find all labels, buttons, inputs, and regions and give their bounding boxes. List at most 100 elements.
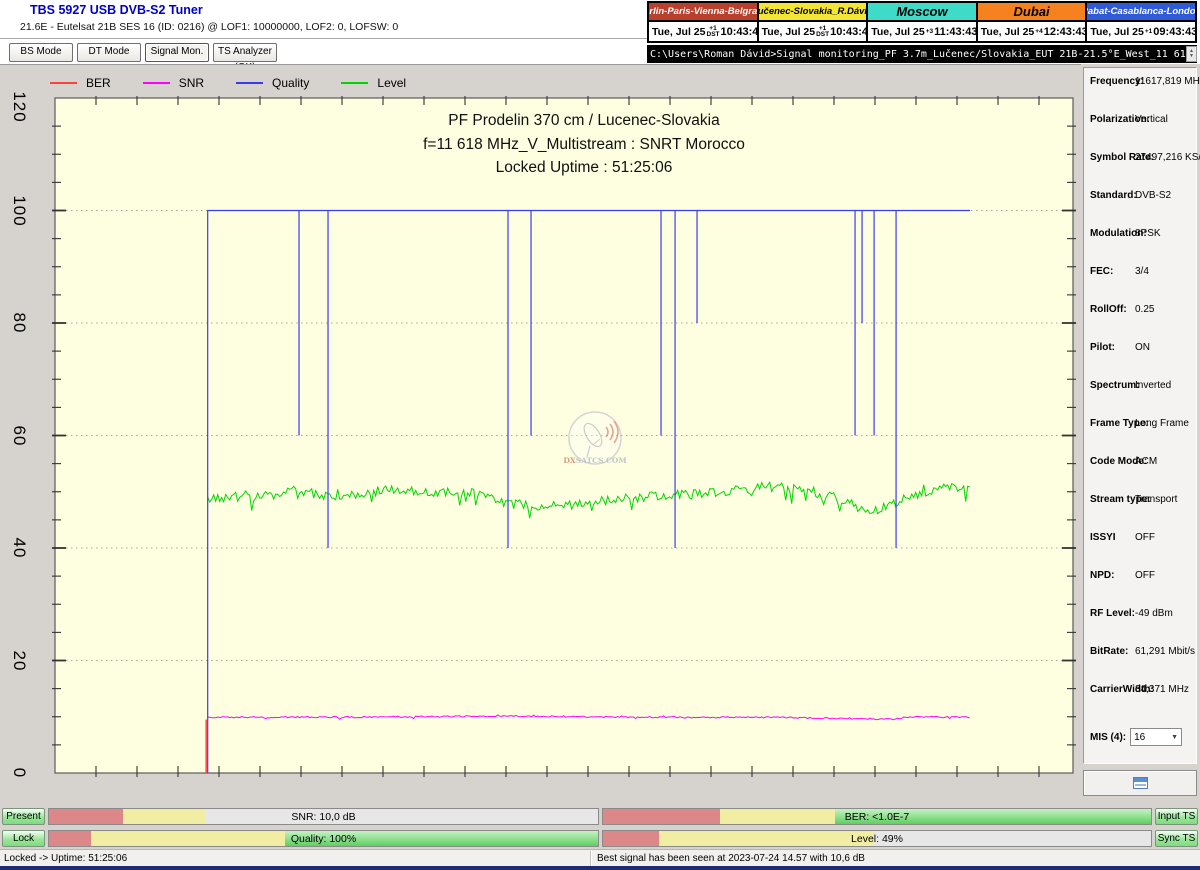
param-row: BitRate:61,291 Mbit/s xyxy=(1084,646,1196,684)
legend-line-swatch xyxy=(341,82,368,84)
clock-city-label: Moscow xyxy=(868,3,976,22)
scroll-spinner[interactable]: ▲ ▼ xyxy=(1186,46,1197,62)
clock-city-label: Berlin-Paris-Vienna-Belgrade xyxy=(649,3,757,22)
legend-label: SNR xyxy=(179,76,204,90)
legend-line-swatch xyxy=(50,82,77,84)
param-value: 3/4 xyxy=(1135,266,1149,277)
tab-bs-mode[interactable]: BS Mode xyxy=(9,43,73,62)
param-row: CarrierWidth:34,371 MHz xyxy=(1084,684,1196,722)
input-ts-button[interactable]: Input TS xyxy=(1155,808,1198,825)
lock-button[interactable]: Lock xyxy=(2,830,45,847)
param-value: Long Frame xyxy=(1135,418,1189,429)
param-label: Standard: xyxy=(1090,190,1137,201)
app-window: TBS 5927 USB DVB-S2 Tuner 21.6E - Eutels… xyxy=(0,0,1200,870)
present-button[interactable]: Present xyxy=(2,808,45,825)
param-row: NPD: OFF xyxy=(1084,570,1196,608)
lock-uptime-status: Locked -> Uptime: 51:25:06 xyxy=(4,853,127,864)
dxsatcs-watermark: DXSATCS.COM xyxy=(563,409,627,473)
mis-row: MIS (4):16▼ xyxy=(1084,722,1196,752)
param-row: RF Level:-49 dBm xyxy=(1084,608,1196,646)
clock-cell: Rabat-Casablanca-LondonTue, Jul 25+109:4… xyxy=(1087,3,1195,41)
meter-row: Present SNR: 10,0 dB BER: <1.0E-7 Input TS xyxy=(0,808,1200,826)
clock-time: Tue, Jul 25+109:43:43 xyxy=(1087,22,1195,41)
clock-date: Tue, Jul 25 xyxy=(871,26,925,38)
clock-utc-offset: +3 xyxy=(926,29,933,35)
sync-ts-button[interactable]: Sync TS xyxy=(1155,830,1198,847)
tuner-subtitle: 21.6E - Eutelsat 21B SES 16 (ID: 0216) @… xyxy=(20,21,398,33)
clock-time-value: 11:43:43 xyxy=(934,26,977,38)
clock-utc-offset: +4 xyxy=(1035,29,1042,35)
legend-label: Quality xyxy=(272,76,309,90)
status-bar: Locked -> Uptime: 51:25:06 Best signal h… xyxy=(0,849,1200,867)
meter-level-label: Level: 49% xyxy=(603,831,1151,846)
clock-time: Tue, Jul 25+412:43:43 xyxy=(978,22,1086,41)
y-tick-label: 60 xyxy=(9,425,29,446)
param-label: NPD: xyxy=(1090,570,1114,581)
meter-level: Level: 49% xyxy=(602,830,1152,847)
meter-row: Lock Quality: 100% Level: 49% Sync TS xyxy=(0,830,1200,848)
meter-ber: BER: <1.0E-7 xyxy=(602,808,1152,825)
legend-line-swatch xyxy=(143,82,170,84)
param-value: 11617,819 MHz xyxy=(1135,76,1200,87)
clock-time: Tue, Jul 25+1DST10:43:43 xyxy=(759,22,867,41)
param-value: 27497,216 KS/s xyxy=(1135,152,1200,163)
param-label: RollOff: xyxy=(1090,304,1127,315)
legend-label: Level xyxy=(377,76,406,90)
clock-city-label: Rabat-Casablanca-London xyxy=(1087,3,1195,22)
meter-quality-label: Quality: 100% xyxy=(49,831,598,846)
tab-signal-mon-[interactable]: Signal Mon. xyxy=(145,43,209,62)
param-label: RF Level: xyxy=(1090,608,1135,619)
param-row: Frame Type:Long Frame xyxy=(1084,418,1196,456)
tab-dt-mode[interactable]: DT Mode xyxy=(77,43,141,62)
param-value: ACM xyxy=(1135,456,1157,467)
header-divider xyxy=(0,38,648,39)
param-label: Spectrum: xyxy=(1090,380,1139,391)
command-line-text: C:\Users\Roman Dávid>Signal monitoring_P… xyxy=(647,49,1186,60)
param-row: ISSYIOFF xyxy=(1084,532,1196,570)
chart-title-line: Locked Uptime : 51:25:06 xyxy=(95,156,1073,180)
legend-label: BER xyxy=(86,76,111,90)
param-row: Spectrum:Inverted xyxy=(1084,380,1196,418)
param-row: Stream type:Transport xyxy=(1084,494,1196,532)
app-title: TBS 5927 USB DVB-S2 Tuner xyxy=(30,3,203,17)
chart-legend: BER SNR Quality Level xyxy=(50,76,438,90)
meter-quality: Quality: 100% xyxy=(48,830,599,847)
param-value: OFF xyxy=(1135,570,1155,581)
clock-city-label: Lučenec-Slovakia_R.Dávid xyxy=(759,3,867,22)
chevron-down-icon: ▼ xyxy=(1171,734,1178,741)
param-row: Pilot:ON xyxy=(1084,342,1196,380)
clock-date: Tue, Jul 25 xyxy=(1090,26,1144,38)
clock-date: Tue, Jul 25 xyxy=(981,26,1035,38)
param-value: DVB-S2 xyxy=(1135,190,1171,201)
param-value: 61,291 Mbit/s xyxy=(1135,646,1195,657)
mode-tabs: BS ModeDT ModeSignal Mon.TS Analyzer (OK… xyxy=(9,43,277,62)
mis-dropdown[interactable]: 16▼ xyxy=(1130,728,1182,746)
svg-text:DXSATCS.COM: DXSATCS.COM xyxy=(563,456,626,465)
y-tick-label: 120 xyxy=(9,91,29,122)
panel-toggle-button[interactable] xyxy=(1083,770,1197,796)
tab-ts-analyzer-ok-[interactable]: TS Analyzer (OK) xyxy=(213,43,277,62)
meters-bar: Present SNR: 10,0 dB BER: <1.0E-7 Input TS L… xyxy=(0,805,1200,849)
clock-city-label: Dubai xyxy=(978,3,1086,22)
meter-ber-label: BER: <1.0E-7 xyxy=(603,809,1151,824)
clock-utc-offset: +1DST xyxy=(816,26,829,38)
signal-params-panel: Frequency:11617,819 MHzPolarization:Vert… xyxy=(1083,67,1197,764)
legend-item-snr: SNR xyxy=(143,76,204,90)
param-value: 8PSK xyxy=(1135,228,1161,239)
y-tick-label: 40 xyxy=(9,538,29,559)
clock-utc-offset: +1 xyxy=(1145,29,1152,35)
param-row: FEC: 3/4 xyxy=(1084,266,1196,304)
param-row: Standard:DVB-S2 xyxy=(1084,190,1196,228)
header: TBS 5927 USB DVB-S2 Tuner 21.6E - Eutels… xyxy=(0,0,1200,64)
legend-item-quality: Quality xyxy=(236,76,309,90)
command-line[interactable]: C:\Users\Roman Dávid>Signal monitoring_P… xyxy=(647,45,1197,63)
spinner-down-icon[interactable]: ▼ xyxy=(1189,54,1194,59)
param-row: RollOff:0.25 xyxy=(1084,304,1196,342)
param-row: Code Mode:ACM xyxy=(1084,456,1196,494)
meter-snr-label: SNR: 10,0 dB xyxy=(49,809,598,824)
param-value: ON xyxy=(1135,342,1150,353)
param-value: OFF xyxy=(1135,532,1155,543)
y-tick-label: 80 xyxy=(9,313,29,334)
param-row: Symbol Rate:27497,216 KS/s xyxy=(1084,152,1196,190)
param-label: FEC: xyxy=(1090,266,1113,277)
